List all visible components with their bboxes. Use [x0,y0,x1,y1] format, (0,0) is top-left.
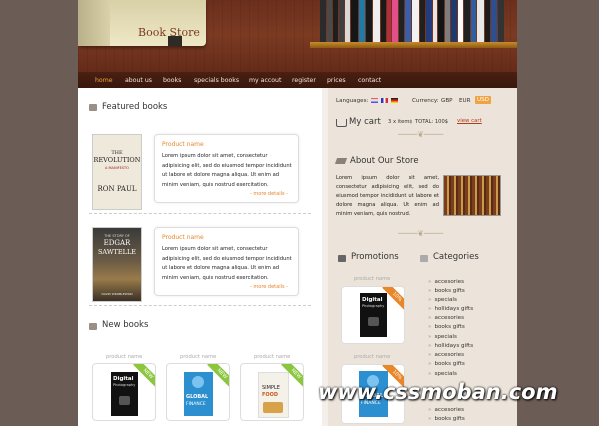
product-card-2: Product name Lorem ipsum dolor sit amet,… [154,227,299,296]
nav-home[interactable]: home [95,77,113,84]
flag-uk-icon[interactable] [371,98,378,103]
page-frame: Book Store home about us books specials … [78,0,517,426]
currency-eur[interactable]: EUR [459,98,471,104]
new-book-label: product name [106,354,143,360]
currency-usd[interactable]: USD [475,96,491,104]
category-link[interactable]: specials [428,297,456,303]
books-icon [89,323,97,330]
category-link[interactable]: hollidays gifts [428,306,473,312]
divider-ornament: ────❦──── [398,229,444,238]
category-link[interactable]: accesories [428,352,464,358]
nav-specials-books[interactable]: specials books [194,77,239,84]
more-details-link[interactable]: - more details - [250,284,288,290]
nav-contact[interactable]: contact [358,77,381,84]
books-icon [89,104,97,111]
new-book-label: product name [180,354,217,360]
nav-my-account[interactable]: my accout [249,77,281,84]
categories-icon [420,255,428,262]
category-link[interactable]: specials [428,334,456,340]
cart-items: 3 x items [388,119,413,125]
about-title: About Our Store [350,156,419,166]
product-cover-2[interactable]: THE STORY OF EDGAR SAWTELLE DAVID WROBLE… [92,227,142,302]
store-image [443,175,501,216]
header: Book Store home about us books specials … [78,0,517,88]
category-link[interactable]: books gifts [428,288,464,294]
category-link[interactable]: books gifts [428,416,464,422]
new-book-thumb-2[interactable]: GLOBAL FINANCE NEW [166,363,230,421]
category-link[interactable]: books gifts [428,361,464,367]
languages-label: Languages: [336,98,369,104]
category-link[interactable]: accesories [428,279,464,285]
new-book-label: product name [254,354,291,360]
featured-books-title: Featured books [102,102,168,112]
category-link[interactable]: specials [428,371,456,377]
product-card-1: Product name Lorem ipsum dolor sit amet,… [154,134,299,203]
product-name[interactable]: Product name [162,234,204,241]
divider-ornament: ────❦──── [398,130,444,139]
category-link[interactable]: accesories [428,407,464,413]
new-books-title: New books [102,320,149,330]
category-link[interactable]: hollidays gifts [428,343,473,349]
currency-gbp[interactable]: GBP [441,98,453,104]
flag-de-icon[interactable] [391,98,398,103]
product-description: Lorem ipsum dolor sit amet, consectetur … [162,153,292,188]
bookshelf-image [310,0,517,48]
categories-title: Categories [433,252,479,262]
nav-about-us[interactable]: about us [125,77,152,84]
promo-label: product name [354,276,391,282]
watermark-text: www.cssmoban.com [318,380,558,404]
logo[interactable]: Book Store [78,0,206,46]
promo-label: product name [354,354,391,360]
nav-books[interactable]: books [163,77,181,84]
promotions-title: Promotions [351,252,399,262]
product-cover-1[interactable]: THE REVOLUTION A MANIFESTO RON PAUL [92,134,142,210]
view-cart-link[interactable]: view cart [457,118,482,124]
about-text: Lorem ipsum dolor sit amet, consectetur … [336,175,439,217]
more-details-link[interactable]: - more details - [250,191,288,197]
promo-thumb-1[interactable]: Digital Photography 10% [341,286,405,344]
new-book-thumb-1[interactable]: Digital Photography NEW [92,363,156,421]
cart-icon[interactable] [336,119,347,127]
category-link[interactable]: accesories [428,315,464,321]
category-link[interactable]: books gifts [428,324,464,330]
nav-prices[interactable]: prices [327,77,346,84]
cart-title: My cart [349,117,381,127]
cart-total: TOTAL: 100$ [415,119,449,125]
product-name[interactable]: Product name [162,141,204,148]
flag-fr-icon[interactable] [381,98,388,103]
product-description: Lorem ipsum dolor sit amet, consectetur … [162,246,292,281]
bookmark-ribbon-icon [168,36,182,46]
nav-register[interactable]: register [292,77,316,84]
currency-label: Currency: [412,98,439,104]
new-book-thumb-3[interactable]: SIMPLE FOOD NEW [240,363,304,421]
promotions-icon [338,255,346,262]
